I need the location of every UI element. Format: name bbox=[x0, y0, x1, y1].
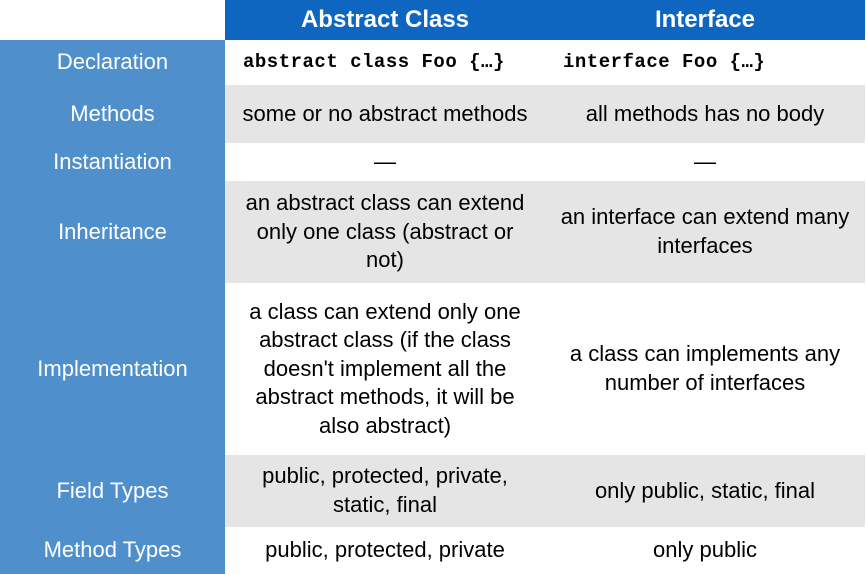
row-label-implementation: Implementation bbox=[0, 283, 225, 455]
cell-methodtypes-abstract: public, protected, private bbox=[225, 527, 545, 574]
cell-declaration-abstract: abstract class Foo {…} bbox=[225, 40, 545, 85]
cell-methodtypes-interface: only public bbox=[545, 527, 865, 574]
row-label-declaration: Declaration bbox=[0, 40, 225, 85]
cell-inheritance-interface: an interface can extend many interfaces bbox=[545, 181, 865, 283]
cell-fieldtypes-interface: only public, static, final bbox=[545, 455, 865, 527]
cell-inheritance-abstract: an abstract class can extend only one cl… bbox=[225, 181, 545, 283]
table-corner bbox=[0, 0, 225, 40]
row-label-instantiation: Instantiation bbox=[0, 143, 225, 181]
row-label-fieldtypes: Field Types bbox=[0, 455, 225, 527]
cell-methods-abstract: some or no abstract methods bbox=[225, 85, 545, 143]
cell-implementation-interface: a class can implements any number of int… bbox=[545, 283, 865, 455]
row-label-methods: Methods bbox=[0, 85, 225, 143]
col-header-abstract: Abstract Class bbox=[225, 0, 545, 40]
cell-instantiation-abstract: — bbox=[225, 143, 545, 181]
cell-methods-interface: all methods has no body bbox=[545, 85, 865, 143]
col-header-interface: Interface bbox=[545, 0, 865, 40]
cell-declaration-interface: interface Foo {…} bbox=[545, 40, 865, 85]
cell-instantiation-interface: — bbox=[545, 143, 865, 181]
comparison-table: Abstract Class Interface Declaration abs… bbox=[0, 0, 865, 574]
cell-implementation-abstract: a class can extend only one abstract cla… bbox=[225, 283, 545, 455]
row-label-inheritance: Inheritance bbox=[0, 181, 225, 283]
cell-fieldtypes-abstract: public, protected, private, static, fina… bbox=[225, 455, 545, 527]
row-label-methodtypes: Method Types bbox=[0, 527, 225, 574]
